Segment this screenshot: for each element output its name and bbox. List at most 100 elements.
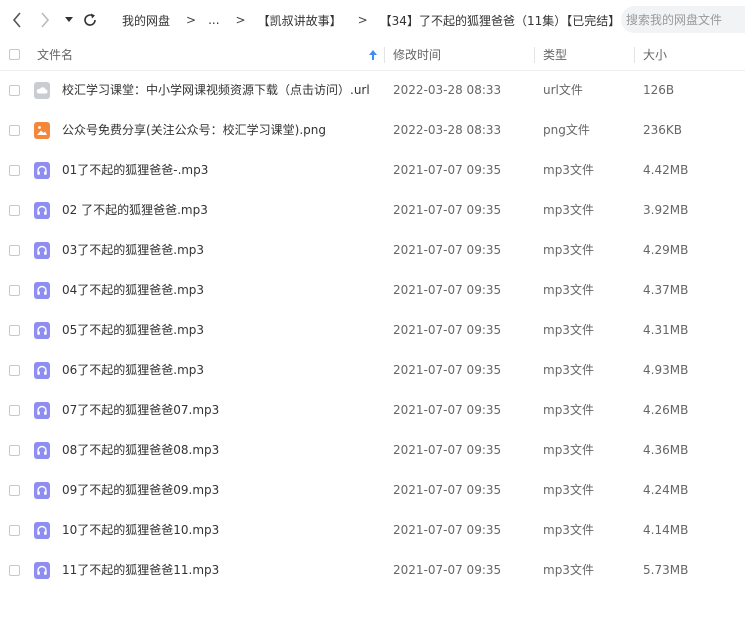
file-size: 3.92MB (643, 203, 689, 217)
file-name[interactable]: 02 了不起的狐狸爸爸.mp3 (62, 190, 208, 230)
breadcrumb-item-root[interactable]: 我的网盘 (122, 12, 170, 29)
row-checkbox[interactable] (9, 85, 20, 96)
file-type: mp3文件 (543, 443, 594, 457)
column-header-name[interactable]: 文件名 (37, 40, 73, 70)
table-row[interactable]: 07了不起的狐狸爸爸07.mp3 2021-07-07 09:35 mp3文件 4.2… (0, 390, 745, 430)
file-size: 4.36MB (643, 443, 689, 457)
row-checkbox[interactable] (9, 125, 20, 136)
breadcrumb-item-ellipsis[interactable]: ... (208, 13, 219, 27)
file-size: 4.24MB (643, 483, 689, 497)
row-checkbox[interactable] (9, 525, 20, 536)
headphones-icon (34, 362, 50, 379)
file-name[interactable]: 07了不起的狐狸爸爸07.mp3 (62, 390, 219, 430)
row-checkbox[interactable] (9, 165, 20, 176)
row-checkbox[interactable] (9, 325, 20, 336)
file-name[interactable]: 06了不起的狐狸爸爸.mp3 (62, 350, 204, 390)
file-name[interactable]: 公众号免费分享(关注公众号：校汇学习课堂).png (62, 110, 326, 150)
column-divider[interactable] (634, 47, 635, 63)
table-row[interactable]: 校汇学习课堂：中小学网课视频资源下载（点击访问）.url 2022-03-28 0… (0, 70, 745, 110)
table-row[interactable]: 03了不起的狐狸爸爸.mp3 2021-07-07 09:35 mp3文件 4.29M… (0, 230, 745, 270)
headphones-icon (34, 562, 50, 579)
table-row[interactable]: 06了不起的狐狸爸爸.mp3 2021-07-07 09:35 mp3文件 4.93M… (0, 350, 745, 390)
file-name[interactable]: 10了不起的狐狸爸爸10.mp3 (62, 510, 219, 550)
file-size: 4.26MB (643, 403, 689, 417)
refresh-button[interactable] (80, 10, 100, 30)
table-row[interactable]: 公众号免费分享(关注公众号：校汇学习课堂).png 2022-03-28 08:3… (0, 110, 745, 150)
table-row[interactable]: 09了不起的狐狸爸爸09.mp3 2021-07-07 09:35 mp3文件 4.2… (0, 470, 745, 510)
table-row[interactable]: 01了不起的狐狸爸爸-.mp3 2021-07-07 09:35 mp3文件 4.42… (0, 150, 745, 190)
file-size: 4.29MB (643, 243, 689, 257)
file-size: 4.37MB (643, 283, 689, 297)
column-header-type[interactable]: 类型 (543, 40, 567, 70)
headphones-icon (34, 442, 50, 459)
file-type: mp3文件 (543, 483, 594, 497)
file-type: mp3文件 (543, 523, 594, 537)
row-checkbox[interactable] (9, 285, 20, 296)
file-size: 126B (643, 83, 675, 97)
table-header: 文件名 修改时间 类型 大小 (0, 40, 745, 71)
back-button[interactable] (8, 10, 26, 30)
file-type: mp3文件 (543, 323, 594, 337)
refresh-icon (84, 13, 96, 26)
forward-button[interactable] (36, 10, 54, 30)
table-row[interactable]: 10了不起的狐狸爸爸10.mp3 2021-07-07 09:35 mp3文件 4.1… (0, 510, 745, 550)
row-checkbox[interactable] (9, 565, 20, 576)
table-row[interactable]: 04了不起的狐狸爸爸.mp3 2021-07-07 09:35 mp3文件 4.37M… (0, 270, 745, 310)
file-name[interactable]: 08了不起的狐狸爸爸08.mp3 (62, 430, 219, 470)
table-row[interactable]: 11了不起的狐狸爸爸11.mp3 2021-07-07 09:35 mp3文件 5.7… (0, 550, 745, 590)
file-modified-time: 2021-07-07 09:35 (393, 363, 502, 377)
file-name[interactable]: 05了不起的狐狸爸爸.mp3 (62, 310, 204, 350)
headphones-icon (34, 282, 50, 299)
file-name[interactable]: 11了不起的狐狸爸爸11.mp3 (62, 550, 219, 590)
search-input[interactable] (621, 6, 745, 33)
row-checkbox[interactable] (9, 445, 20, 456)
file-name[interactable]: 04了不起的狐狸爸爸.mp3 (62, 270, 204, 310)
column-header-size[interactable]: 大小 (643, 40, 667, 70)
file-modified-time: 2021-07-07 09:35 (393, 523, 502, 537)
headphones-icon (34, 522, 50, 539)
file-type: mp3文件 (543, 283, 594, 297)
file-name[interactable]: 校汇学习课堂：中小学网课视频资源下载（点击访问）.url (62, 70, 370, 110)
file-type: mp3文件 (543, 243, 594, 257)
file-name[interactable]: 01了不起的狐狸爸爸-.mp3 (62, 150, 208, 190)
file-modified-time: 2021-07-07 09:35 (393, 163, 502, 177)
column-divider[interactable] (534, 47, 535, 63)
breadcrumb-item-folder[interactable]: 【凯叔讲故事】 (258, 12, 342, 29)
breadcrumb-separator: > (235, 13, 246, 27)
file-size: 4.93MB (643, 363, 689, 377)
chevron-right-icon (41, 12, 50, 28)
history-dropdown-button[interactable] (63, 10, 75, 30)
column-header-modified[interactable]: 修改时间 (393, 40, 441, 70)
file-type: mp3文件 (543, 403, 594, 417)
file-size: 4.31MB (643, 323, 689, 337)
file-modified-time: 2021-07-07 09:35 (393, 443, 502, 457)
select-all-checkbox[interactable] (9, 49, 20, 60)
row-checkbox[interactable] (9, 205, 20, 216)
arrow-up-icon[interactable] (368, 49, 378, 61)
file-modified-time: 2021-07-07 09:35 (393, 283, 502, 297)
row-checkbox[interactable] (9, 485, 20, 496)
table-row[interactable]: 05了不起的狐狸爸爸.mp3 2021-07-07 09:35 mp3文件 4.31M… (0, 310, 745, 350)
table-row[interactable]: 02 了不起的狐狸爸爸.mp3 2021-07-07 09:35 mp3文件 3.92… (0, 190, 745, 230)
row-checkbox[interactable] (9, 405, 20, 416)
row-checkbox[interactable] (9, 365, 20, 376)
file-name[interactable]: 03了不起的狐狸爸爸.mp3 (62, 230, 204, 270)
column-divider[interactable] (384, 47, 385, 63)
breadcrumb-separator: > (186, 13, 197, 27)
file-size: 4.14MB (643, 523, 689, 537)
file-type: url文件 (543, 83, 583, 97)
row-checkbox[interactable] (9, 245, 20, 256)
chevron-left-icon (12, 12, 21, 28)
table-row[interactable]: 08了不起的狐狸爸爸08.mp3 2021-07-07 09:35 mp3文件 4.3… (0, 430, 745, 470)
breadcrumb-item-current[interactable]: 【34】了不起的狐狸爸爸（11集）【已完结】 (380, 12, 621, 29)
file-type: mp3文件 (543, 163, 594, 177)
file-modified-time: 2021-07-07 09:35 (393, 563, 502, 577)
file-size: 5.73MB (643, 563, 689, 577)
file-modified-time: 2021-07-07 09:35 (393, 243, 502, 257)
cloud-icon (34, 82, 50, 99)
file-modified-time: 2021-07-07 09:35 (393, 483, 502, 497)
file-type: mp3文件 (543, 203, 594, 217)
file-name[interactable]: 09了不起的狐狸爸爸09.mp3 (62, 470, 219, 510)
headphones-icon (34, 202, 50, 219)
file-modified-time: 2022-03-28 08:33 (393, 83, 502, 97)
